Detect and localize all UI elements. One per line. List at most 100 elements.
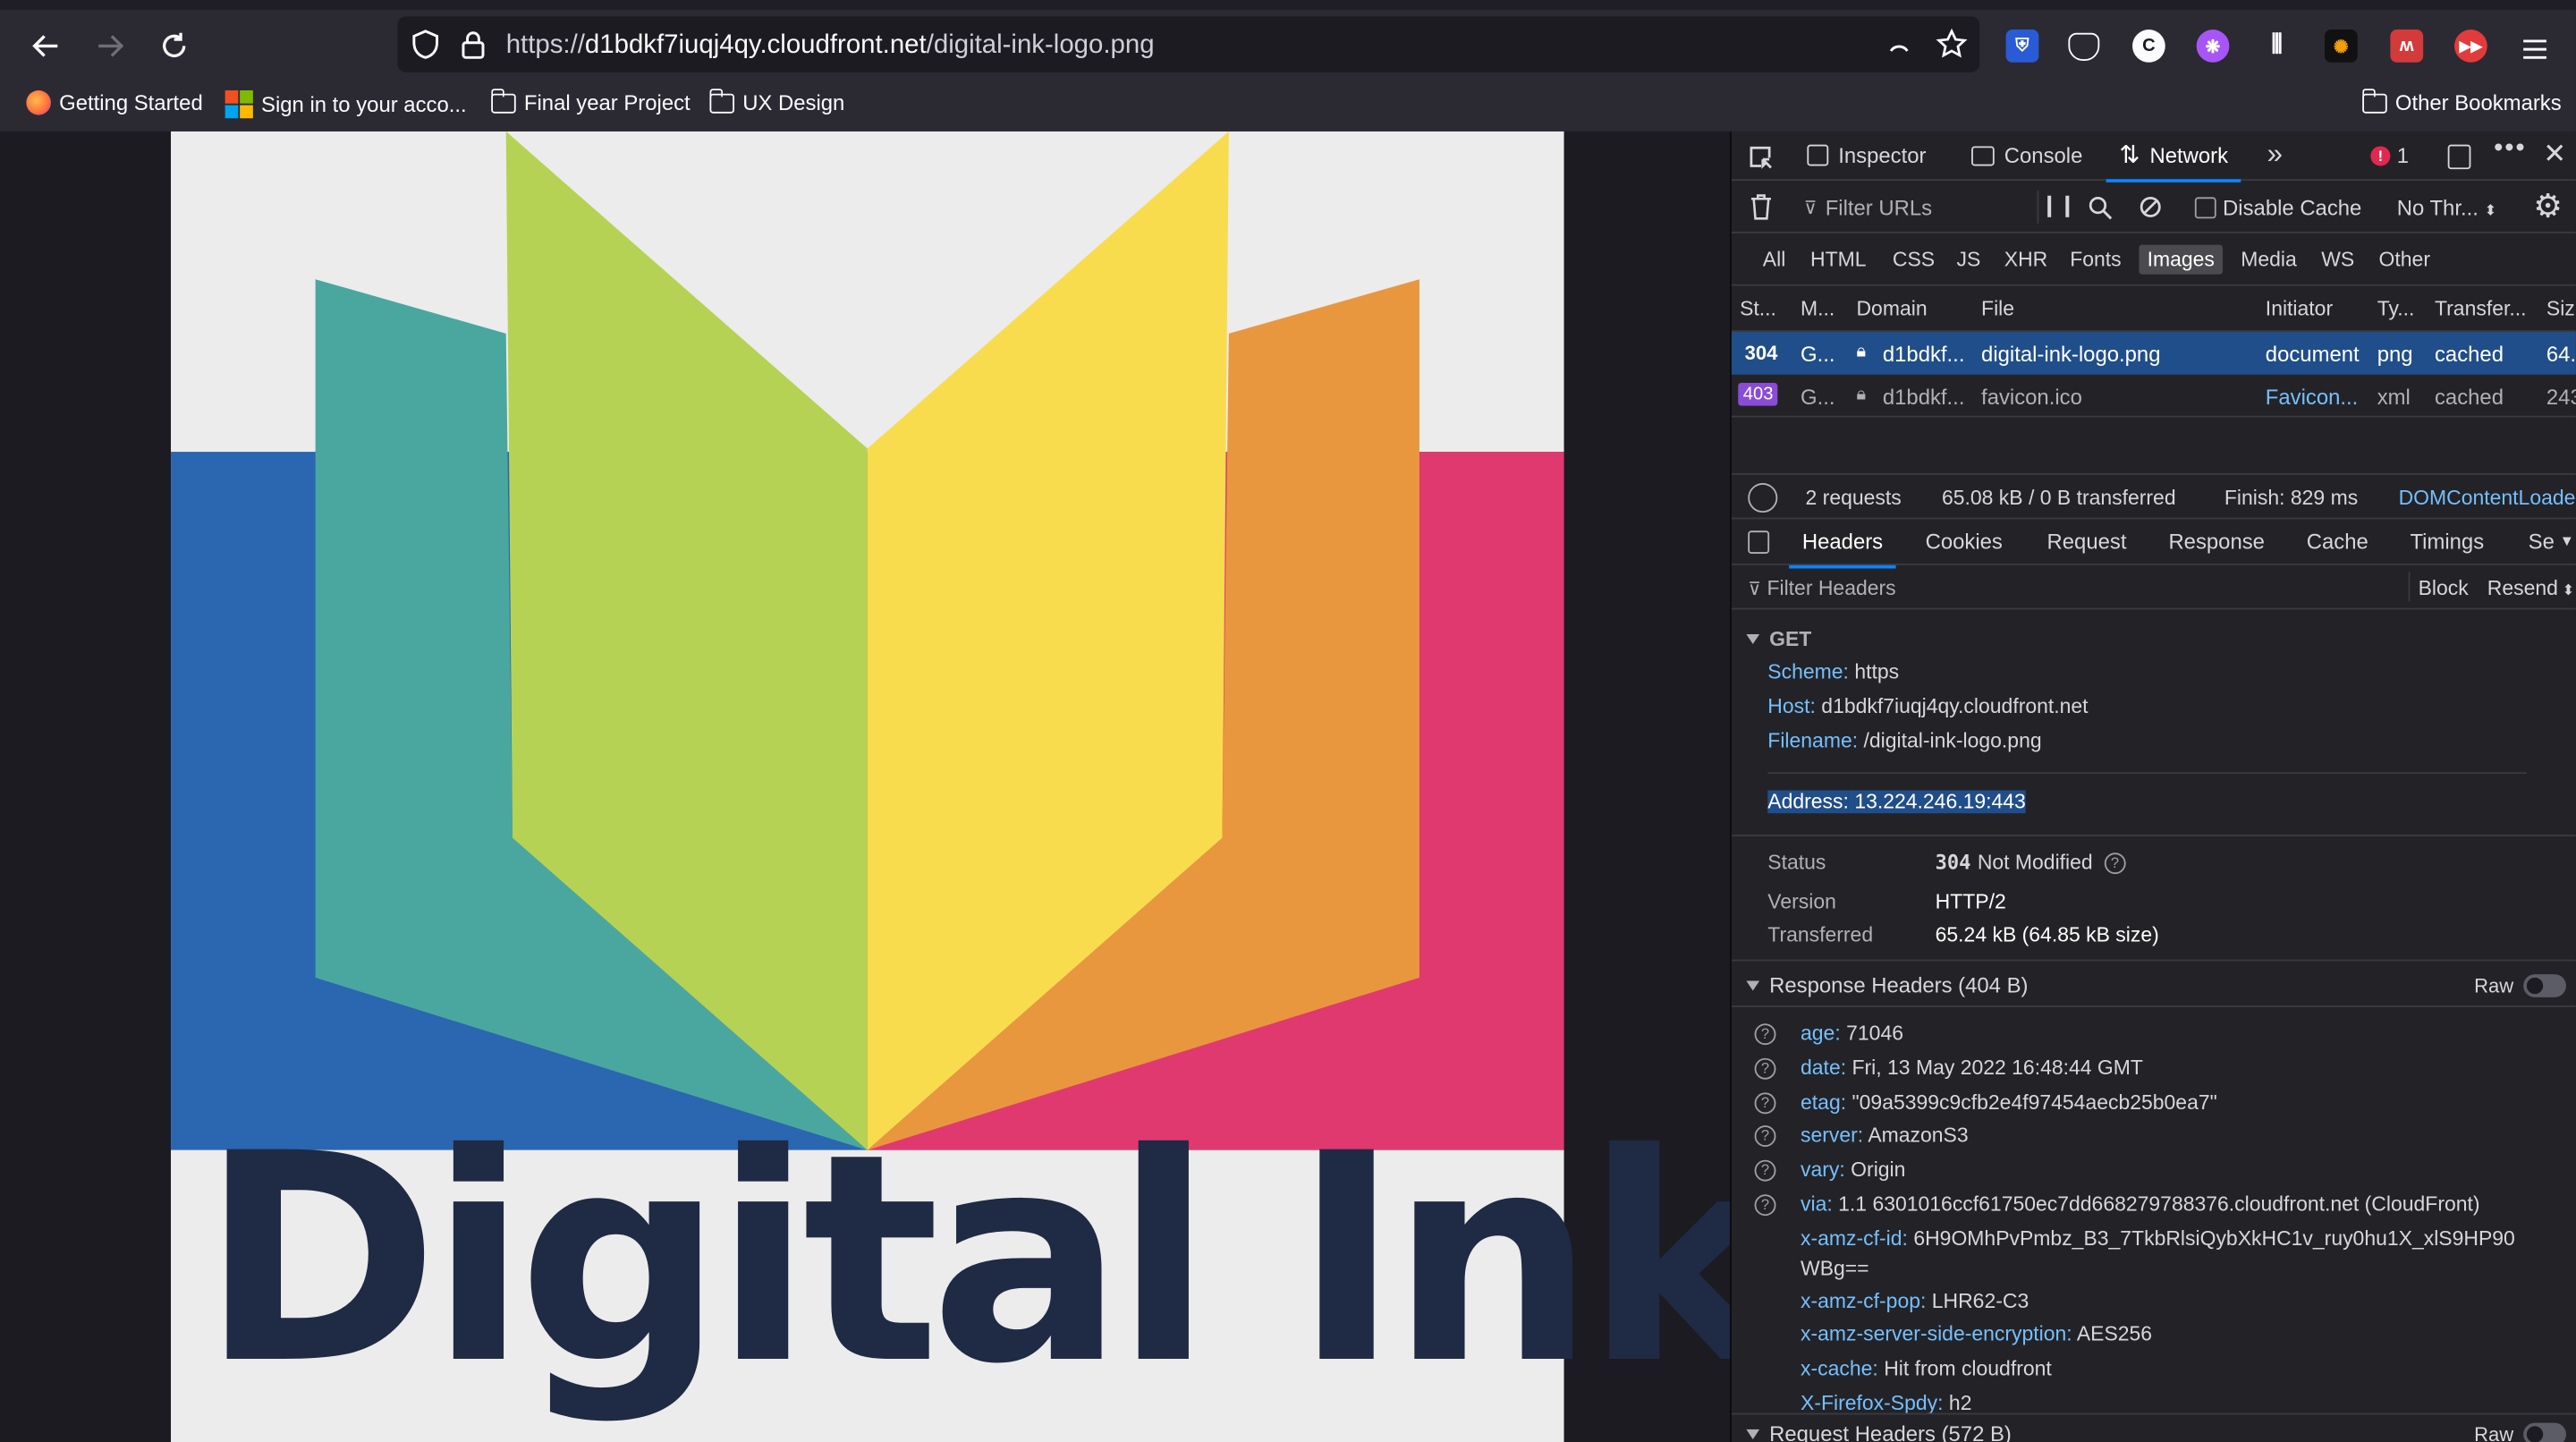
filter-icon: ⊽ xyxy=(1748,580,1762,600)
detail-tab-response[interactable]: Response xyxy=(2168,529,2265,554)
shield-icon[interactable] xyxy=(411,30,440,59)
column-type[interactable]: Ty... xyxy=(2377,297,2415,320)
toggle-sidebar-icon[interactable] xyxy=(1748,530,1770,554)
bookmark-star-icon[interactable] xyxy=(1936,28,1969,61)
devtools-menu-icon[interactable]: ••• xyxy=(2494,135,2526,165)
block-requests-icon[interactable] xyxy=(2139,196,2162,219)
filter-headers-input[interactable]: ⊽ Filter Headers xyxy=(1748,577,1895,600)
library-icon[interactable]: ⦀ xyxy=(2260,30,2293,63)
raw-toggle[interactable] xyxy=(2523,1422,2566,1442)
request-initiator[interactable]: Favicon... xyxy=(2266,385,2359,410)
column-status[interactable]: St... xyxy=(1740,297,1776,320)
extension-c-icon[interactable]: C xyxy=(2132,30,2165,63)
column-file[interactable]: File xyxy=(1981,297,2014,320)
search-icon[interactable] xyxy=(2088,196,2113,221)
type-filter-other[interactable]: Other xyxy=(2379,248,2430,271)
bookmark-ux-design[interactable]: UX Design xyxy=(708,88,844,115)
element-picker-icon[interactable] xyxy=(1748,145,1774,171)
forward-arrow-icon xyxy=(98,35,124,57)
reload-button[interactable] xyxy=(151,23,197,69)
column-domain[interactable]: Domain xyxy=(1856,297,1927,320)
help-icon[interactable]: ? xyxy=(1754,1159,1776,1182)
tab-console[interactable]: Console xyxy=(1971,143,2082,167)
column-transferred[interactable]: Transfer... xyxy=(2435,297,2527,320)
url-text[interactable]: https://d1bdkf7iuqj4qy.cloudfront.net/di… xyxy=(506,31,1155,61)
type-filter-all[interactable]: All xyxy=(1763,248,1786,271)
trash-icon[interactable] xyxy=(1750,194,1773,220)
detail-tab-cache[interactable]: Cache xyxy=(2307,529,2368,554)
extension-red-icon[interactable]: ʍ xyxy=(2390,30,2424,63)
tab-label: Inspector xyxy=(1838,142,1927,168)
table-row[interactable]: 304 G... 🔒︎ d1bdkf... digital-ink-logo.p… xyxy=(1731,332,2576,375)
type-filter-css[interactable]: CSS xyxy=(1893,248,1935,271)
header-key: x-amz-cf-pop: xyxy=(1801,1289,1927,1313)
throttle-select[interactable]: No Thr... ⬍ xyxy=(2397,196,2497,221)
type-filter-js[interactable]: JS xyxy=(1957,248,1981,271)
get-section-toggle[interactable]: GET xyxy=(1746,628,1811,650)
performance-stopwatch-icon[interactable] xyxy=(1748,482,1778,513)
column-method[interactable]: M... xyxy=(1801,297,1835,320)
type-filter-media[interactable]: Media xyxy=(2241,248,2297,271)
extension-sparkle-icon[interactable]: ✺ xyxy=(2324,30,2358,63)
devtools-tabbar: Inspector Console ⇅ Network » ! 1 ••• ✕ xyxy=(1731,131,2576,182)
hamburger-menu-icon[interactable] xyxy=(2521,38,2547,61)
block-button[interactable]: Block xyxy=(2419,577,2469,600)
column-initiator[interactable]: Initiator xyxy=(2266,297,2333,320)
type-filter-xhr[interactable]: XHR xyxy=(2004,248,2048,271)
tab-inspector[interactable]: Inspector xyxy=(1807,142,1927,168)
table-row[interactable]: 403 G... 🔒︎ d1bdkf... favicon.ico Favico… xyxy=(1731,375,2576,418)
disable-cache-checkbox[interactable]: Disable Cache xyxy=(2194,196,2361,220)
pocket-icon[interactable] xyxy=(2068,32,2100,61)
type-filter-ws[interactable]: WS xyxy=(2321,248,2354,271)
extension-video-icon[interactable]: ▶▶ xyxy=(2454,30,2487,63)
detail-tab-request[interactable]: Request xyxy=(2047,529,2127,554)
back-button[interactable] xyxy=(23,23,69,69)
lock-icon[interactable] xyxy=(460,30,486,59)
column-size[interactable]: Siz xyxy=(2546,297,2575,320)
divider xyxy=(1731,835,2576,836)
throttle-label: No Thr... xyxy=(2396,195,2479,221)
detail-tab-timings[interactable]: Timings xyxy=(2410,529,2484,554)
network-settings-gear-icon[interactable]: ⚙ xyxy=(2533,186,2563,227)
detail-tab-more[interactable]: Se xyxy=(2529,529,2555,554)
detail-tab-headers[interactable]: Headers xyxy=(1789,529,1897,569)
error-count-badge[interactable]: ! 1 xyxy=(2370,143,2409,167)
help-icon[interactable]: ? xyxy=(2104,852,2126,874)
help-icon[interactable]: ? xyxy=(1754,1023,1776,1046)
header-line: age: 71046 xyxy=(1801,1022,1903,1045)
header-key: age: xyxy=(1801,1022,1841,1046)
resend-button[interactable]: Resend ⬍ xyxy=(2487,577,2575,600)
address-row[interactable]: Address: 13.224.246.19:443 xyxy=(1767,790,2026,814)
bookmark-sign-in[interactable]: Sign in to your acco... xyxy=(225,90,467,119)
address-bar[interactable]: https://d1bdkf7iuqj4qy.cloudfront.net/di… xyxy=(397,16,1980,72)
type-filter-images[interactable]: Images xyxy=(2139,244,2224,275)
detail-tab-cookies[interactable]: Cookies xyxy=(1926,529,2003,554)
dock-side-icon[interactable] xyxy=(2447,144,2471,170)
bitwarden-icon[interactable]: ⛨ xyxy=(2005,30,2039,63)
filter-urls-input[interactable]: ⊽ Filter URLs xyxy=(1804,196,1932,221)
type-filter-fonts[interactable]: Fonts xyxy=(2070,248,2121,271)
help-icon[interactable]: ? xyxy=(1754,1125,1776,1148)
close-devtools-icon[interactable]: ✕ xyxy=(2543,138,2566,171)
help-icon[interactable]: ? xyxy=(1754,1092,1776,1115)
reader-mode-icon[interactable] xyxy=(1886,33,1912,56)
response-headers-toggle[interactable]: Response Headers (404 B) xyxy=(1746,972,2028,997)
response-header-row: ? age: 71046 xyxy=(1732,1022,2576,1055)
request-size: 243 xyxy=(2546,384,2576,410)
url-host: d1bdkf7iuqj4qy.cloudfront.net xyxy=(584,30,927,60)
type-filter-html[interactable]: HTML xyxy=(1810,248,1867,271)
raw-toggle[interactable] xyxy=(2523,974,2566,997)
help-icon[interactable]: ? xyxy=(1754,1194,1776,1217)
pause-icon[interactable]: ❙❙ xyxy=(2040,192,2076,218)
chevron-down-icon[interactable]: ▼ xyxy=(2560,532,2574,548)
triangle-down-icon xyxy=(1746,1429,1760,1439)
bookmark-getting-started[interactable]: Getting Started xyxy=(26,90,203,115)
tab-network[interactable]: ⇅ Network xyxy=(2106,143,2242,182)
other-bookmarks[interactable]: Other Bookmarks xyxy=(2361,88,2562,115)
help-icon[interactable]: ? xyxy=(1754,1057,1776,1080)
bookmark-final-year-project[interactable]: Final year Project xyxy=(490,88,691,115)
request-headers-toggle[interactable]: Request Headers (572 B) xyxy=(1746,1421,2012,1442)
extension-purple-icon[interactable]: ❋ xyxy=(2196,30,2230,63)
more-tabs-icon[interactable]: » xyxy=(2267,138,2283,171)
forward-button[interactable] xyxy=(87,23,132,69)
